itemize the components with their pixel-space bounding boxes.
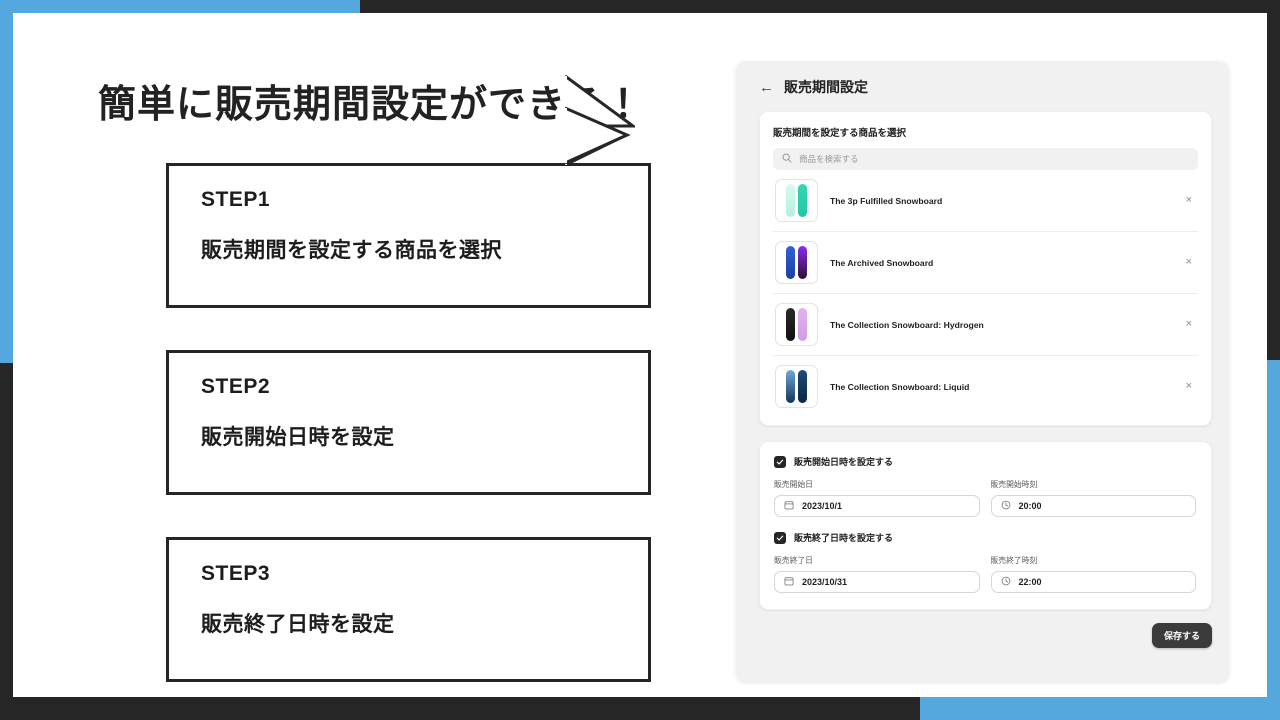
step-2-title: STEP2 <box>201 375 271 398</box>
remove-product-icon[interactable]: × <box>1182 255 1196 270</box>
step-1-desc: 販売期間を設定する商品を選択 <box>201 239 502 262</box>
step-box-2: STEP2 販売開始日時を設定 <box>166 350 651 495</box>
product-name: The Archived Snowboard <box>830 257 934 268</box>
remove-product-icon[interactable]: × <box>1182 379 1196 394</box>
step-box-1: STEP1 販売期間を設定する商品を選択 <box>166 163 651 308</box>
step-3-title: STEP3 <box>201 562 271 585</box>
start-schedule-label: 販売開始日時を設定する <box>794 457 894 467</box>
end-time-input[interactable]: 22:00 <box>990 571 1196 593</box>
product-selection-label: 販売期間を設定する商品を選択 <box>773 128 907 139</box>
start-time-value: 20:00 <box>1018 501 1042 511</box>
end-schedule-checkbox-row[interactable]: 販売終了日時を設定する <box>774 531 1196 544</box>
app-panel: ← 販売期間設定 販売期間を設定する商品を選択 商品を検索する The 3p F… <box>736 61 1229 682</box>
start-fields: 販売開始日 2023/10/1 販売開始時刻 20:00 <box>774 479 1196 517</box>
product-thumbnail <box>775 365 818 408</box>
steps-column: 簡単に販売期間設定ができる！ STEP1 販売期間を設定する商品を選択 STEP… <box>83 43 683 683</box>
search-placeholder: 商品を検索する <box>799 154 859 164</box>
start-time-label: 販売開始時刻 <box>990 480 1038 489</box>
app-header: ← 販売期間設定 <box>736 61 1229 97</box>
decor-band-right-blue <box>1267 360 1280 720</box>
slide-canvas: 簡単に販売期間設定ができる！ STEP1 販売期間を設定する商品を選択 STEP… <box>13 13 1267 697</box>
end-date-label: 販売終了日 <box>774 556 813 565</box>
product-thumbnail <box>775 303 818 346</box>
product-name: The Collection Snowboard: Hydrogen <box>830 319 984 330</box>
product-row[interactable]: The Collection Snowboard: Liquid × <box>773 356 1198 417</box>
back-arrow-icon[interactable]: ← <box>759 80 774 95</box>
start-schedule-checkbox-row[interactable]: 販売開始日時を設定する <box>774 455 1196 468</box>
save-button[interactable]: 保存する <box>1151 623 1212 648</box>
save-row: 保存する <box>736 610 1229 648</box>
schedule-card: 販売開始日時を設定する 販売開始日 2023/10/1 販売開始時刻 20:00… <box>759 441 1212 610</box>
end-date-input[interactable]: 2023/10/31 <box>774 571 980 593</box>
start-time-input[interactable]: 20:00 <box>990 495 1196 517</box>
product-selection-card: 販売期間を設定する商品を選択 商品を検索する The 3p Fulfilled … <box>759 111 1212 426</box>
decor-band-bottom-blue <box>920 697 1280 720</box>
step-1-title: STEP1 <box>201 188 271 211</box>
end-date-value: 2023/10/31 <box>802 577 848 587</box>
product-row[interactable]: The Archived Snowboard × <box>773 232 1198 294</box>
start-date-field: 販売開始日 2023/10/1 <box>774 479 980 517</box>
end-date-field: 販売終了日 2023/10/31 <box>774 555 980 593</box>
start-time-field: 販売開始時刻 20:00 <box>990 479 1196 517</box>
step-3-desc: 販売終了日時を設定 <box>201 613 395 636</box>
start-schedule-checkbox[interactable] <box>774 455 786 468</box>
product-name: The 3p Fulfilled Snowboard <box>830 195 943 206</box>
decor-band-left-blue <box>0 0 13 363</box>
product-thumbnail <box>775 241 818 284</box>
remove-product-icon[interactable]: × <box>1182 317 1196 332</box>
clock-icon <box>1001 573 1011 591</box>
product-row[interactable]: The 3p Fulfilled Snowboard × <box>773 170 1198 232</box>
step-2-desc: 販売開始日時を設定 <box>201 426 395 449</box>
step-box-3: STEP3 販売終了日時を設定 <box>166 537 651 682</box>
end-fields: 販売終了日 2023/10/31 販売終了時刻 22:00 <box>774 555 1196 593</box>
clock-icon <box>1001 497 1011 515</box>
remove-product-icon[interactable]: × <box>1182 193 1196 208</box>
product-row[interactable]: The Collection Snowboard: Hydrogen × <box>773 294 1198 356</box>
end-time-label: 販売終了時刻 <box>990 556 1038 565</box>
calendar-icon <box>784 573 794 591</box>
end-schedule-checkbox[interactable] <box>774 531 786 544</box>
search-icon <box>782 150 792 168</box>
calendar-icon <box>784 497 794 515</box>
decor-band-top-blue <box>0 0 360 13</box>
search-input[interactable]: 商品を検索する <box>773 148 1198 170</box>
end-schedule-label: 販売終了日時を設定する <box>794 533 894 543</box>
product-name: The Collection Snowboard: Liquid <box>830 381 970 392</box>
speech-tail-3-icon <box>565 103 635 173</box>
start-date-value: 2023/10/1 <box>802 501 843 511</box>
start-date-input[interactable]: 2023/10/1 <box>774 495 980 517</box>
app-title: 販売期間設定 <box>784 79 868 95</box>
end-time-field: 販売終了時刻 22:00 <box>990 555 1196 593</box>
product-thumbnail <box>775 179 818 222</box>
start-date-label: 販売開始日 <box>774 480 813 489</box>
end-time-value: 22:00 <box>1018 577 1042 587</box>
